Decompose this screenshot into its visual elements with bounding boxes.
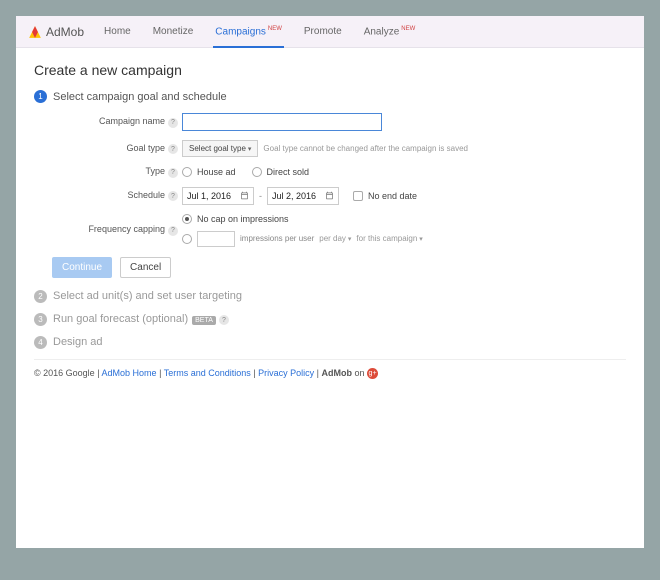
start-date-input[interactable]: Jul 1, 2016 [182,187,254,205]
schedule-label: Schedule [127,190,165,200]
step-1-num: 1 [34,90,47,103]
type-house-label: House ad [197,167,236,177]
footer-brand: AdMob [322,368,353,378]
date-separator: - [259,191,262,201]
new-badge: NEW [401,26,415,32]
freq-period-select[interactable]: per day [319,234,351,243]
type-direct-label: Direct sold [267,167,310,177]
type-direct-radio[interactable] [252,167,262,177]
freq-nocap-label: No cap on impressions [197,214,289,224]
impressions-label: impressions per user [240,234,314,243]
frequency-label: Frequency capping [88,224,165,234]
nav-campaigns[interactable]: CampaignsNEW [213,16,284,47]
step-3-label: Run goal forecast (optional)BETA? [53,313,229,326]
no-end-date-label: No end date [368,191,417,201]
help-icon[interactable]: ? [168,144,178,154]
google-plus-icon[interactable]: g+ [367,368,378,379]
goal-type-select[interactable]: Select goal type [182,140,258,157]
no-end-date-checkbox[interactable] [353,191,363,201]
cancel-button[interactable]: Cancel [120,257,171,278]
nav-promote[interactable]: Promote [302,16,344,47]
beta-badge: BETA [192,316,216,325]
continue-button[interactable]: Continue [52,257,112,278]
admob-logo-icon [28,25,42,39]
campaign-form: Campaign name? Goal type? Select goal ty… [52,113,626,247]
goal-type-label: Goal type [126,143,165,153]
footer-home-link[interactable]: AdMob Home [102,368,157,378]
end-date-input[interactable]: Jul 2, 2016 [267,187,339,205]
new-badge: NEW [268,26,282,32]
calendar-icon [240,191,249,200]
type-label: Type [145,166,165,176]
footer-copyright: © 2016 Google [34,368,95,378]
step-4-num: 4 [34,336,47,349]
freq-nocap-radio[interactable] [182,214,192,224]
brand: AdMob [28,25,84,39]
step-2-label: Select ad unit(s) and set user targeting [53,290,242,302]
calendar-icon [325,191,334,200]
campaign-name-input[interactable] [182,113,382,131]
top-bar: AdMob Home Monetize CampaignsNEW Promote… [16,16,644,48]
help-icon[interactable]: ? [168,118,178,128]
footer-privacy-link[interactable]: Privacy Policy [258,368,314,378]
nav-analyze[interactable]: AnalyzeNEW [362,16,418,47]
step-2-num: 2 [34,290,47,303]
freq-cap-radio[interactable] [182,234,192,244]
impressions-input[interactable] [197,231,235,247]
type-house-radio[interactable] [182,167,192,177]
brand-text: AdMob [46,25,84,39]
campaign-name-label: Campaign name [99,116,165,126]
help-icon[interactable]: ? [168,226,178,236]
step-4-label: Design ad [53,336,103,348]
page-title: Create a new campaign [34,62,626,78]
step-3-header[interactable]: 3 Run goal forecast (optional)BETA? [34,313,626,326]
form-buttons: Continue Cancel [52,257,626,278]
help-icon[interactable]: ? [168,191,178,201]
nav-monetize[interactable]: Monetize [151,16,196,47]
step-3-num: 3 [34,313,47,326]
nav-home[interactable]: Home [102,16,133,47]
step-1-header: 1 Select campaign goal and schedule [34,90,626,103]
help-icon[interactable]: ? [219,315,229,325]
footer-terms-link[interactable]: Terms and Conditions [164,368,251,378]
goal-type-hint: Goal type cannot be changed after the ca… [263,144,468,153]
step-2-header[interactable]: 2 Select ad unit(s) and set user targeti… [34,290,626,303]
help-icon[interactable]: ? [168,168,178,178]
footer-on: on [355,368,365,378]
step-1-label: Select campaign goal and schedule [53,91,227,103]
freq-scope-select[interactable]: for this campaign [356,234,422,243]
step-4-header[interactable]: 4 Design ad [34,336,626,349]
footer: © 2016 Google | AdMob Home | Terms and C… [34,359,626,379]
content: Create a new campaign 1 Select campaign … [16,48,644,548]
top-nav: Home Monetize CampaignsNEW Promote Analy… [102,16,417,47]
